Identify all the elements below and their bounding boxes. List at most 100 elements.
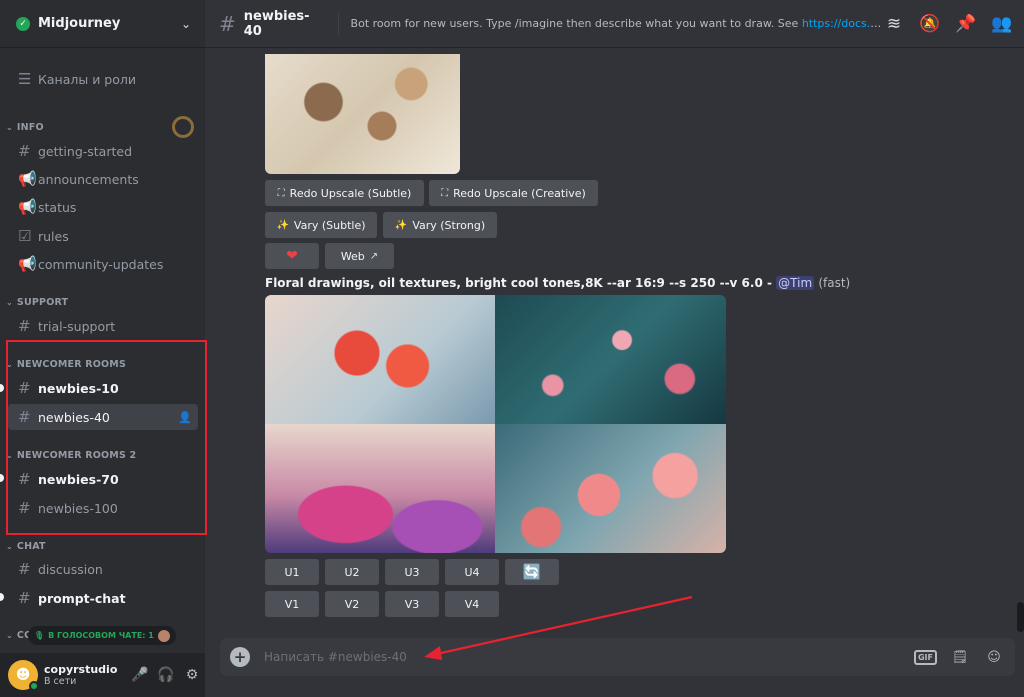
add-member-icon[interactable]: 👤 (178, 411, 192, 424)
sidebar-item-channels-roles[interactable]: ☰ Каналы и роли (8, 66, 198, 92)
vary-strong-button[interactable]: ✨ Vary (Strong) (383, 212, 497, 238)
channel-status[interactable]: 📢 status (8, 194, 198, 220)
sparkle-wand-icon: ✨ (394, 219, 408, 231)
hash-thread-icon: # (18, 379, 31, 397)
chevron-down-icon[interactable]: ⌄ (181, 17, 191, 31)
divider (337, 12, 339, 35)
avatar[interactable]: ☻ (8, 660, 39, 691)
megaphone-icon: 📢 (18, 255, 37, 273)
channel-announcements[interactable]: 📢 announcements (8, 166, 198, 192)
channel-getting-started[interactable]: # getting-started (8, 138, 198, 164)
channel-title: newbies-40 (243, 8, 310, 39)
grid-image-1[interactable] (265, 295, 495, 424)
unread-indicator (0, 474, 4, 482)
upscale-u1-button[interactable]: U1 (265, 559, 319, 585)
gif-icon[interactable]: GIF (913, 649, 937, 665)
web-button[interactable]: Web ↗ (325, 243, 394, 269)
channel-community-updates[interactable]: 📢 community-updates (8, 251, 198, 277)
unread-indicator (0, 593, 4, 601)
variation-v1-button[interactable]: V1 (265, 591, 319, 617)
emoji-icon[interactable]: ☺ (983, 650, 1005, 665)
channel-newbies-100[interactable]: # newbies-100 (8, 495, 198, 521)
category-chat[interactable]: ⌄ CHAT (6, 541, 46, 552)
channel-newbies-70[interactable]: # newbies-70 (8, 466, 198, 492)
avatar (157, 629, 170, 642)
hash-icon: # (18, 589, 31, 607)
channel-rules[interactable]: ☑ rules (8, 223, 198, 249)
refresh-icon: 🔄 (522, 563, 542, 581)
vary-subtle-button[interactable]: ✨ Vary (Subtle) (265, 212, 377, 238)
megaphone-icon: 📢 (18, 170, 37, 188)
hash-icon: # (18, 560, 31, 578)
message-list[interactable]: ⛶ Redo Upscale (Subtle) ⛶ Redo Upscale (Cr… (205, 48, 1024, 638)
hash-icon: # (18, 317, 31, 335)
reroll-button[interactable]: 🔄 (505, 559, 559, 585)
channel-sidebar: ✓ Midjourney ⌄ ☰ Каналы и роли ⌄ INFO # ge… (0, 0, 207, 697)
mic-muted-icon[interactable]: 🎤 (127, 662, 153, 688)
expand-icon: ⛶ (277, 187, 285, 199)
channel-prompt-chat[interactable]: # prompt-chat (8, 585, 198, 611)
server-header[interactable]: ✓ Midjourney ⌄ (0, 0, 205, 48)
redo-upscale-creative-button[interactable]: ⛶ Redo Upscale (Creative) (429, 180, 598, 206)
hash-icon: # (18, 142, 31, 160)
hash-thread-icon: # (18, 499, 31, 517)
channel-discussion[interactable]: # discussion (8, 556, 198, 582)
variation-v2-button[interactable]: V2 (325, 591, 379, 617)
user-panel: ☻ copyrstudio В сети 🎤 🎧 ⚙ (0, 653, 205, 697)
scrollbar-thumb[interactable] (1017, 602, 1024, 632)
upscale-u3-button[interactable]: U3 (385, 559, 439, 585)
grid-image-3[interactable] (265, 424, 495, 553)
unread-indicator (0, 384, 4, 392)
heart-icon: ❤ (286, 248, 298, 264)
headphones-icon[interactable]: 🎧 (153, 662, 179, 688)
online-status-dot (29, 681, 39, 691)
list-icon: ☰ (18, 70, 32, 88)
message-composer: + GIF 🗒 ☺ (220, 638, 1015, 676)
prompt-text: Floral drawings, oil textures, bright co… (265, 276, 851, 290)
category-newcomer-rooms-2[interactable]: ⌄ NEWCOMER ROOMS 2 (6, 450, 136, 461)
notifications-muted-icon[interactable]: 🔕 (918, 14, 942, 34)
category-support[interactable]: ⌄ SUPPORT (6, 297, 68, 308)
threads-icon[interactable]: ≋ (882, 14, 906, 34)
loading-ring-icon (172, 116, 194, 138)
server-name: Midjourney (38, 16, 121, 31)
channel-list[interactable]: ☰ Каналы и роли ⌄ INFO # getting-started 📢… (0, 48, 205, 653)
category-newcomer-rooms[interactable]: ⌄ NEWCOMER ROOMS (6, 359, 126, 370)
upscaled-image[interactable] (265, 54, 460, 174)
hash-thread-icon: # (219, 11, 236, 36)
sticker-icon[interactable]: 🗒 (949, 650, 971, 665)
docs-link[interactable]: https://docs.midjourney.c... (802, 17, 882, 30)
variation-v4-button[interactable]: V4 (445, 591, 499, 617)
upscale-u4-button[interactable]: U4 (445, 559, 499, 585)
channel-trial-support[interactable]: # trial-support (8, 313, 198, 339)
hash-thread-icon: # (18, 408, 31, 426)
channel-topic[interactable]: Bot room for new users. Type /imagine th… (351, 17, 882, 30)
channel-newbies-10[interactable]: # newbies-10 (8, 375, 198, 401)
checkbox-icon: ☑ (18, 227, 32, 245)
member-list-icon[interactable]: 👥 (990, 14, 1014, 34)
channel-header: # newbies-40 Bot room for new users. Typ… (205, 0, 1024, 48)
category-info[interactable]: ⌄ INFO (6, 122, 44, 133)
gear-icon[interactable]: ⚙ (179, 662, 205, 688)
user-meta[interactable]: copyrstudio В сети (44, 663, 127, 687)
message-input[interactable] (264, 650, 902, 664)
voice-chat-pill[interactable]: 🎙 В ГОЛОСОВОМ ЧАТЕ: 1 (28, 626, 176, 645)
sparkle-wand-icon: ✨ (276, 219, 289, 231)
verified-check-icon: ✓ (16, 16, 30, 31)
upscale-u2-button[interactable]: U2 (325, 559, 379, 585)
user-mention[interactable]: @Tim (776, 276, 815, 290)
external-link-icon: ↗ (369, 250, 379, 262)
grid-image-2[interactable] (495, 295, 726, 424)
plus-icon[interactable]: + (230, 647, 250, 667)
hash-thread-icon: # (18, 470, 31, 488)
megaphone-icon: 📢 (18, 198, 37, 216)
microphone-icon: 🎙 (34, 631, 45, 640)
image-grid[interactable] (265, 295, 726, 553)
variation-v3-button[interactable]: V3 (385, 591, 439, 617)
favorite-heart-button[interactable]: ❤ (265, 243, 319, 269)
grid-image-4[interactable] (495, 424, 726, 553)
channel-newbies-40[interactable]: # newbies-40 👤 (8, 404, 198, 430)
redo-upscale-subtle-button[interactable]: ⛶ Redo Upscale (Subtle) (265, 180, 424, 206)
pin-icon[interactable]: 📌 (954, 14, 978, 34)
expand-icon: ⛶ (441, 187, 449, 199)
